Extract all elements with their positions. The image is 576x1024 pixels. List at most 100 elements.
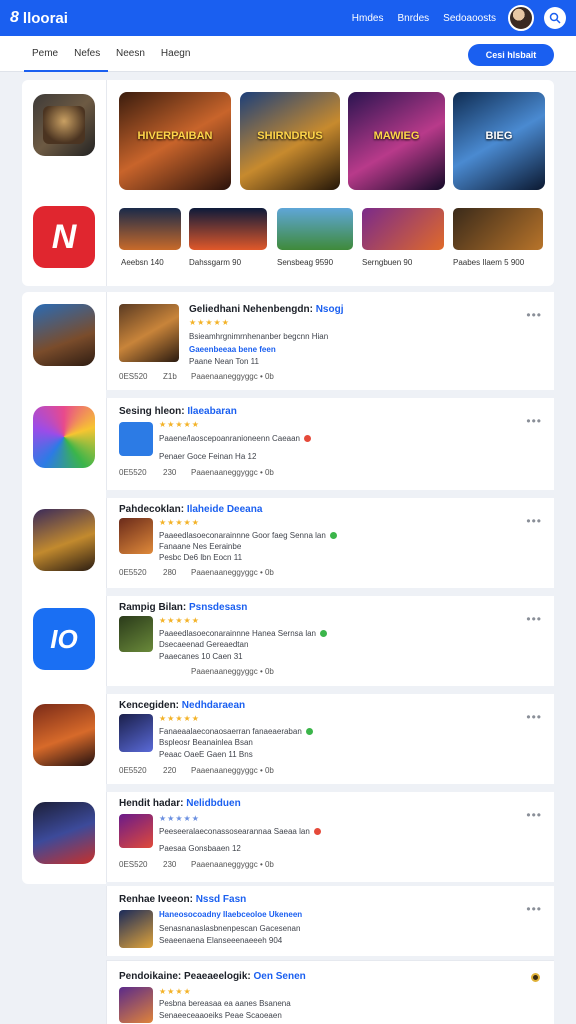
- row-5-sub: Bspleosr Beanainlea Bsan: [159, 738, 253, 747]
- row-3-app-icon[interactable]: [33, 509, 95, 571]
- status-dot-icon: [304, 435, 312, 443]
- banner-2-title: SHIRNDRUS: [257, 130, 323, 142]
- banner-3-title: MAWIEG: [373, 130, 420, 142]
- tab-1[interactable]: Peme: [24, 36, 67, 72]
- row-2-app-icon[interactable]: [33, 406, 95, 468]
- brand-app-icon[interactable]: N: [33, 206, 95, 268]
- search-button[interactable]: [544, 7, 566, 29]
- row-1-meta-b: Z1b: [163, 372, 177, 381]
- more-options-icon[interactable]: •••: [526, 902, 542, 916]
- banner-1-title: HIVERPAIBAN: [137, 130, 213, 142]
- more-options-icon[interactable]: •••: [526, 308, 542, 322]
- row-4-app-icon[interactable]: IO: [33, 608, 95, 670]
- row-6-desc: Peeseeralaeconassosearannaa Saeaa lan: [159, 827, 321, 836]
- row-5-thumbnail: [119, 714, 153, 752]
- app-logo[interactable]: 8 lloorai: [10, 9, 68, 27]
- featured-section: HIVERPAIBAN SHIRNDRUS MAWIEG BIEG Aeebsn…: [106, 80, 554, 286]
- tab-4[interactable]: Haegn: [153, 36, 198, 72]
- banner-4-title: BIEG: [485, 130, 513, 142]
- featured-thumb-1[interactable]: [119, 208, 181, 250]
- row-1-app-icon[interactable]: [33, 304, 95, 366]
- more-options-icon[interactable]: •••: [526, 612, 542, 626]
- avatar[interactable]: [508, 5, 534, 31]
- row-3-meta-c: Paaenaaneggyggc • 0b: [191, 568, 274, 577]
- row-3-meta-a: 0E5520: [119, 568, 147, 577]
- featured-banner-2[interactable]: SHIRNDRUS: [240, 92, 340, 190]
- featured-thumb-5[interactable]: [453, 208, 543, 250]
- status-dot-icon: [313, 828, 321, 836]
- nav-item-2[interactable]: Bnrdes: [397, 13, 429, 24]
- list-item[interactable]: Rampig Bilan: Psnsdesasn ★★★★★ Paaeedlas…: [106, 596, 554, 686]
- more-options-icon[interactable]: •••: [526, 414, 542, 428]
- nav-item-3[interactable]: Sedoaoosts: [443, 13, 496, 24]
- top-bar: 8 lloorai Hmdes Bnrdes Sedoaoosts: [0, 0, 576, 36]
- more-options-icon[interactable]: •••: [526, 514, 542, 528]
- row-3-thumbnail: [119, 518, 153, 554]
- row-7-info: Seaeenaena Elanseeenaeeeh 904: [159, 936, 283, 945]
- row-4-desc: Paaeedlasoeconarainnne Hanea Sernsa lan: [159, 629, 328, 638]
- thumb-1-label: Aeebsn 140: [121, 258, 164, 267]
- row-6-app-icon[interactable]: [33, 802, 95, 864]
- row-1-rating: ★★★★★: [189, 318, 230, 327]
- io-logo-icon: IO: [50, 623, 78, 654]
- row-1-tag: Gaeenbeeaa bene feen: [189, 345, 276, 354]
- list-item[interactable]: Hendit hadar: Nelidbduen ★★★★★ Peeseeral…: [106, 792, 554, 882]
- list-item[interactable]: Geliedhani Nehenbengdn: Nsogj ★★★★★ Bsie…: [106, 292, 554, 390]
- list-item[interactable]: Pendoikaine: Peaeaeelogik: Oen Senen ★★★…: [106, 960, 554, 1024]
- list-item[interactable]: Pahdecoklan: Ilaheide Deeana ★★★★★ Paaee…: [106, 498, 554, 588]
- status-dot-icon: [329, 532, 337, 540]
- row-3-info: Pesbc De6 lbn Eocn 11: [159, 553, 243, 562]
- search-icon: [549, 12, 561, 24]
- row-6-thumbnail: [119, 814, 153, 848]
- featured-banner-4[interactable]: BIEG: [453, 92, 545, 190]
- featured-banner-3[interactable]: MAWIEG: [348, 92, 445, 190]
- row-5-rating: ★★★★★: [159, 714, 200, 723]
- row-4-info: Paaecanes 10 Caen 31: [159, 652, 243, 661]
- featured-thumb-4[interactable]: [362, 208, 444, 250]
- row-2-rating: ★★★★★: [159, 420, 200, 429]
- row-3-sub: Fanaane Nes Eerainbe: [159, 542, 242, 551]
- tab-bar: Peme Nefes Neesn Haegn Cesi hlsbait: [0, 36, 576, 72]
- badge-icon: [531, 973, 540, 982]
- logo-glyph-icon: 8: [10, 9, 19, 26]
- row-1-meta-a: 0ES520: [119, 372, 148, 381]
- row-2-info: Penaer Goce Feinan Ha 12: [159, 452, 257, 461]
- row-7-sub: Senasnanaslasbnenpescan Gacesenan: [159, 924, 301, 933]
- row-2-meta-b: 230: [163, 468, 177, 477]
- row-3-rating: ★★★★★: [159, 518, 200, 527]
- tab-3[interactable]: Neesn: [108, 36, 153, 72]
- row-5-meta-a: 0E5520: [119, 766, 147, 775]
- more-options-icon[interactable]: •••: [526, 808, 542, 822]
- row-6-title: Hendit hadar: Nelidbduen: [119, 798, 241, 809]
- nav-item-1[interactable]: Hmdes: [352, 13, 384, 24]
- row-1-meta-c: Paaenaaneggyggc • 0b: [191, 372, 274, 381]
- row-7-title: Renhae Iveeon: Nssd Fasn: [119, 894, 247, 905]
- row-5-meta-c: Paaenaaneggyggc • 0b: [191, 766, 274, 775]
- row-2-meta-c: Paaenaaneggyggc • 0b: [191, 468, 274, 477]
- tab-2[interactable]: Nefes: [66, 36, 109, 72]
- row-2-desc: Paaene/laoscepoanranioneenn Caeaan: [159, 434, 312, 443]
- thumb-2-label: Dahssgarm 90: [189, 258, 242, 267]
- primary-cta-button[interactable]: Cesi hlsbait: [468, 44, 554, 66]
- row-5-info: Peaac OaeE Gaen 11 Bns: [159, 750, 253, 759]
- row-6-info: Paesaa Gonsbaaen 12: [159, 844, 241, 853]
- featured-game-icon[interactable]: [33, 94, 95, 156]
- row-8-rating: ★★★★: [159, 987, 192, 996]
- row-6-meta-a: 0ES520: [119, 860, 148, 869]
- row-1-title: Geliedhani Nehenbengdn: Nsogj: [189, 304, 344, 315]
- row-5-desc: Fanaeaalaeconaosaerran fanaeaeraban: [159, 727, 313, 736]
- more-options-icon[interactable]: •••: [526, 710, 542, 724]
- list-item[interactable]: Sesing hleon: Ilaeabaran ★★★★★ Paaene/la…: [106, 398, 554, 490]
- featured-thumb-2[interactable]: [189, 208, 267, 250]
- row-5-app-icon[interactable]: [33, 704, 95, 766]
- row-1-thumbnail: [119, 304, 179, 362]
- logo-text: lloorai: [22, 9, 68, 27]
- row-4-thumbnail: [119, 616, 153, 652]
- list-item[interactable]: Kencegiden: Nedhdaraean ★★★★★ Fanaeaalae…: [106, 694, 554, 784]
- featured-thumb-3[interactable]: [277, 208, 353, 250]
- list-item[interactable]: Renhae Iveeon: Nssd Fasn Haneosocoadny I…: [106, 886, 554, 956]
- row-4-sub: Dsecaeenad Gereaedtan: [159, 640, 249, 649]
- row-8-desc: Pesbna bereasaa ea aanes Bsanena: [159, 999, 291, 1008]
- thumb-3-label: Sensbeag 9590: [277, 258, 334, 267]
- featured-banner-1[interactable]: HIVERPAIBAN: [119, 92, 231, 190]
